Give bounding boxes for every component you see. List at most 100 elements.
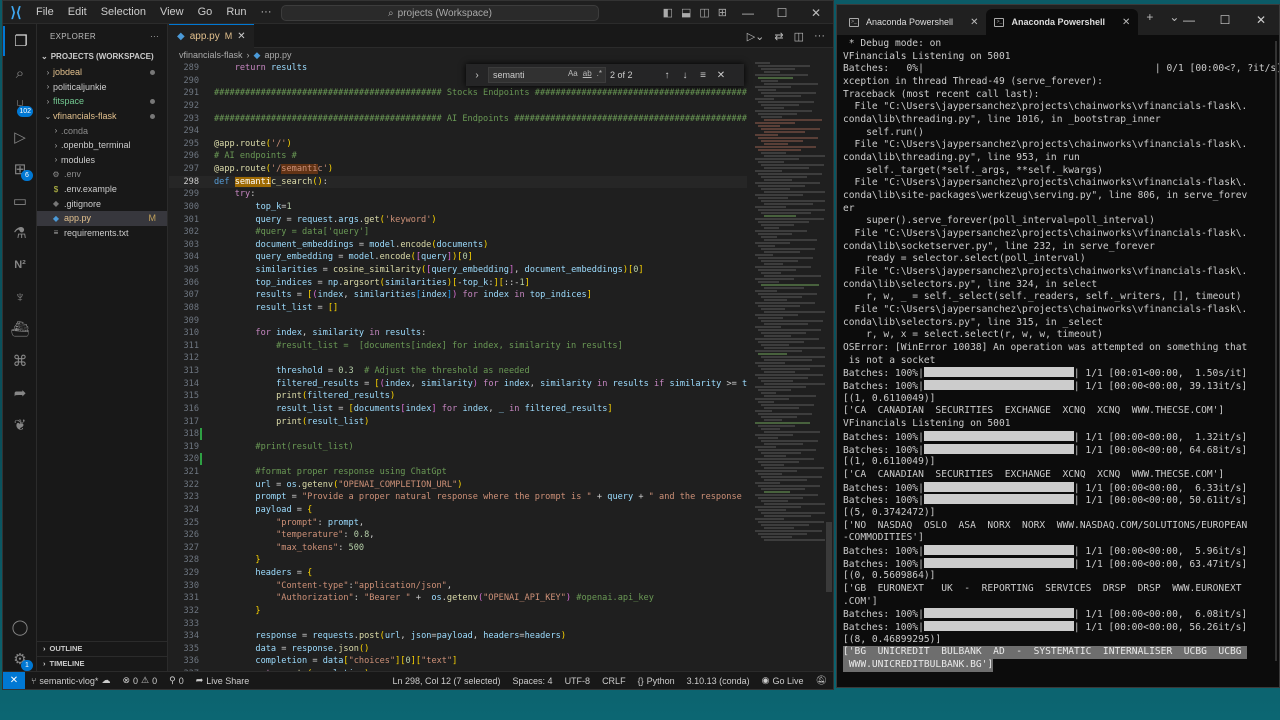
remote-indicator-icon[interactable]: ✕ — [3, 671, 25, 689]
code-line[interactable]: 296 # AI endpoints # — [169, 150, 747, 163]
code-line[interactable]: 331 "Authorization": "Bearer " + os.gete… — [169, 592, 747, 605]
live-share-status[interactable]: ➦ Live Share — [190, 675, 256, 686]
code-line[interactable]: 323 prompt = "Provide a proper natural r… — [169, 491, 747, 504]
terminal-tab-1[interactable]: >_ Anaconda Powershell ✕ — [841, 9, 986, 35]
code-line[interactable]: 297 @app.route('/semantic') — [169, 163, 747, 176]
figma-icon[interactable]: ⌘ — [3, 346, 37, 376]
minimize-button[interactable]: — — [1171, 13, 1207, 27]
code-line[interactable]: 298 def semantic_search(): — [169, 175, 747, 189]
menu-item-edit[interactable]: Edit — [61, 6, 94, 18]
mongodb-icon[interactable]: ❦ — [3, 410, 37, 440]
match-whole-word-toggle[interactable]: ab — [583, 69, 592, 78]
close-tab-icon[interactable]: ✕ — [1122, 17, 1130, 28]
encoding[interactable]: UTF-8 — [559, 675, 597, 686]
close-tab-icon[interactable]: ✕ — [970, 17, 978, 28]
code-line[interactable]: 291 #####################################… — [169, 87, 747, 100]
close-find-icon[interactable]: ✕ — [714, 70, 728, 81]
customize-layout-icon[interactable]: ⊞ — [714, 6, 731, 19]
tree-item-politicaljunkie[interactable]: › politicaljunkie — [37, 80, 167, 95]
find-in-selection-icon[interactable]: ≡ — [696, 70, 710, 81]
code-line[interactable]: 306 top_indices = np.argsort(similaritie… — [169, 277, 747, 290]
terminal-tab-2[interactable]: >_ Anaconda Powershell ✕ — [986, 9, 1139, 35]
code-line[interactable]: 329 headers = { — [169, 567, 747, 580]
explorer-icon[interactable]: ❐ — [3, 26, 37, 56]
close-button[interactable]: ✕ — [1243, 13, 1279, 27]
code-line[interactable]: 319 #print(result_list) — [169, 441, 747, 454]
tree-item-requirements-txt[interactable]: ≡ requirements.txt — [37, 226, 167, 241]
code-line[interactable]: 310 for index, similarity in results: — [169, 327, 747, 340]
tree-item-jobdeal[interactable]: › jobdeal — [37, 65, 167, 80]
cursor-position[interactable]: Ln 298, Col 12 (7 selected) — [386, 675, 506, 686]
next-match-icon[interactable]: ↓ — [678, 70, 692, 81]
match-case-toggle[interactable]: Aa — [568, 69, 578, 78]
open-changes-icon[interactable]: ⇄ — [774, 30, 783, 43]
n2-extension-icon[interactable]: N² — [3, 250, 37, 280]
branch-status[interactable]: ⑂ semantic-vlog* ☁ — [25, 675, 116, 686]
minimize-button[interactable]: — — [731, 6, 765, 20]
minimap[interactable] — [755, 62, 825, 671]
previous-match-icon[interactable]: ↑ — [660, 70, 674, 81]
indentation[interactable]: Spaces: 4 — [507, 675, 559, 686]
testing-icon[interactable]: ⚗ — [3, 218, 37, 248]
code-line[interactable]: 317 print(result_list) — [169, 416, 747, 429]
code-line[interactable]: 303 document_embeddings = model.encode(d… — [169, 239, 747, 252]
problems-status[interactable]: ⊗ 0 ⚠ 0 — [116, 675, 163, 686]
end-of-line[interactable]: CRLF — [596, 675, 632, 686]
code-line[interactable]: 301 query = request.args.get('keyword') — [169, 214, 747, 227]
python-interpreter[interactable]: 3.10.13 (conda) — [681, 675, 756, 686]
toggle-replace-icon[interactable]: › — [470, 70, 484, 81]
terminal-scrollbar[interactable] — [1275, 41, 1277, 661]
code-line[interactable]: 299 try: — [169, 188, 747, 201]
code-line[interactable]: 313 threshold = 0.3 # Adjust the thresho… — [169, 365, 747, 378]
tab-app-py[interactable]: ◆ app.py M ✕ — [169, 23, 254, 48]
maximize-button[interactable]: ☐ — [1207, 13, 1243, 27]
code-line[interactable]: 311 #result_list = [documents[index] for… — [169, 340, 747, 353]
remote-explorer-icon[interactable]: ▭ — [3, 186, 37, 216]
scrollbar-thumb[interactable] — [826, 522, 832, 592]
code-line[interactable]: 300 top_k=1 — [169, 201, 747, 214]
code-line[interactable]: 335 data = response.json() — [169, 643, 747, 656]
new-tab-icon[interactable]: + — [1138, 10, 1161, 30]
timeline-section[interactable]: › TIMELINE — [37, 656, 167, 670]
menu-item-go[interactable]: Go — [191, 6, 220, 18]
run-debug-icon[interactable]: ▷ — [3, 122, 37, 152]
extensions-icon[interactable]: ⊞ 6 — [3, 154, 37, 184]
code-line[interactable]: 314 filtered_results = [(index, similari… — [169, 378, 747, 391]
tree-item-dot-conda[interactable]: › .conda — [37, 123, 167, 138]
manage-gear-icon[interactable]: ⚙ 1 — [3, 644, 37, 674]
toggle-sidebar-icon[interactable]: ◧ — [659, 6, 677, 19]
code-line[interactable]: 328 } — [169, 554, 747, 567]
code-line[interactable]: 293 #####################################… — [169, 113, 747, 126]
code-line[interactable]: 318 — [169, 428, 747, 441]
language-mode[interactable]: {} Python — [632, 675, 681, 686]
breadcrumb-file[interactable]: app.py — [264, 50, 291, 60]
workspace-header[interactable]: ⌄ PROJECTS (WORKSPACE) — [37, 48, 167, 65]
code-line[interactable]: 304 query_embedding = model.encode([quer… — [169, 251, 747, 264]
code-editor[interactable]: 289 return results 290 291 ################… — [169, 62, 747, 671]
code-line[interactable]: 308 result_list = [] — [169, 302, 747, 315]
tree-item-dot-gitignore[interactable]: ◆ .gitignore — [37, 196, 167, 211]
outline-section[interactable]: › OUTLINE — [37, 641, 167, 655]
code-line[interactable]: 332 } — [169, 605, 747, 618]
code-line[interactable]: 294 — [169, 125, 747, 138]
code-line[interactable]: 326 "temperature": 0.8, — [169, 529, 747, 542]
menu-item-view[interactable]: View — [153, 6, 191, 18]
menu-item-file[interactable]: File — [29, 6, 61, 18]
find-input[interactable]: semanti Aa ab .* — [488, 67, 606, 83]
code-line[interactable]: 307 results = [(index, similarities[inde… — [169, 289, 747, 302]
menu-more[interactable]: ··· — [254, 6, 279, 18]
split-editor-icon[interactable]: ◫ — [794, 30, 804, 43]
code-line[interactable]: 295 @app.route('/') — [169, 138, 747, 151]
code-line[interactable]: 302 #query = data['query'] — [169, 226, 747, 239]
go-live-button[interactable]: ◉ Go Live — [756, 675, 810, 686]
live-share-icon[interactable]: ➦ — [3, 378, 37, 408]
code-line[interactable]: 321 #format proper response using ChatGp… — [169, 466, 747, 479]
code-line[interactable]: 330 "Content-type":"application/json", — [169, 580, 747, 593]
code-line[interactable]: 309 — [169, 315, 747, 328]
code-line[interactable]: 316 result_list = [documents[index] for … — [169, 403, 747, 416]
menu-item-selection[interactable]: Selection — [94, 6, 153, 18]
code-line[interactable]: 324 payload = { — [169, 504, 747, 517]
maximize-button[interactable]: ☐ — [765, 6, 799, 20]
code-line[interactable]: 322 url = os.getenv("OPENAI_COMPLETION_U… — [169, 479, 747, 492]
terminal-output[interactable]: * Debug mode: on VFinancials Listening on… — [837, 35, 1279, 685]
